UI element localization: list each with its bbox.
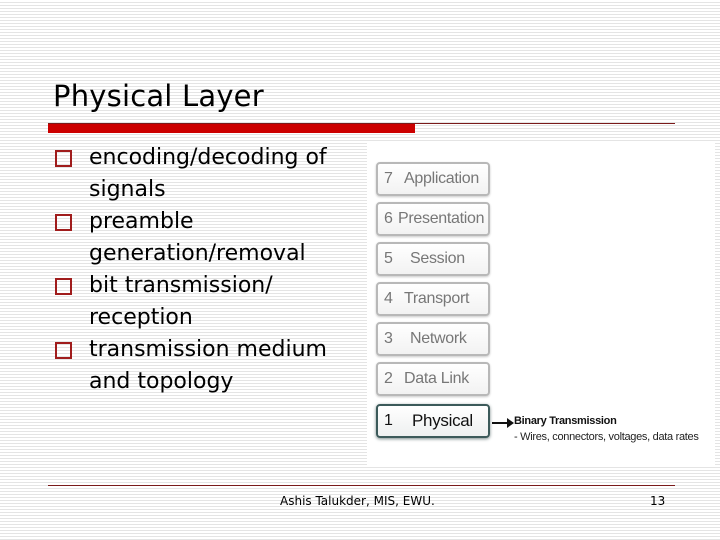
osi-layer-2: 2 Data Link (376, 362, 490, 396)
bullet-item: encoding/decoding of signals (55, 142, 365, 206)
osi-layer-3: 3 Network (376, 322, 490, 356)
annotation-detail: - Wires, connectors, voltages, data rate… (514, 431, 699, 443)
osi-layer-4: 4 Transport (376, 282, 490, 316)
osi-layer-1-highlighted: 1 Physical (376, 404, 490, 438)
bullet-text-line: generation/removal (89, 241, 306, 266)
footer-rule-line (48, 485, 675, 486)
slide-title: Physical Layer (53, 79, 264, 113)
osi-layer-7: 7 Application (376, 162, 490, 196)
bullet-item: preamble generation/removal (55, 206, 365, 270)
bullet-list: encoding/decoding of signals preamble ge… (55, 142, 365, 398)
bullet-item: transmission medium and topology (55, 334, 365, 398)
layer-name: Session (410, 250, 465, 267)
bullet-text-line: and topology (89, 369, 234, 394)
osi-layer-6: 6 Presentation (376, 202, 490, 236)
footer-author: Ashis Talukder, MIS, EWU. (280, 494, 435, 508)
bullet-text-line: preamble (89, 209, 194, 234)
layer-number: 7 (384, 170, 393, 187)
page-number: 13 (650, 494, 666, 508)
bullet-text-line: bit transmission/ (89, 273, 273, 298)
hollow-square-bullet-icon (55, 342, 72, 359)
osi-layer-5: 5 Session (376, 242, 490, 276)
hollow-square-bullet-icon (55, 150, 72, 167)
layer-number: 6 (384, 210, 393, 227)
hollow-square-bullet-icon (55, 214, 72, 231)
title-accent-bar (48, 124, 415, 133)
layer-name: Data Link (404, 370, 469, 387)
hollow-square-bullet-icon (55, 278, 72, 295)
layer-name: Network (410, 330, 467, 347)
bullet-text-line: encoding/decoding of (89, 145, 327, 170)
layer-number: 3 (384, 330, 393, 347)
layer-name: Transport (404, 290, 470, 307)
bullet-text-line: reception (89, 305, 193, 330)
layer-number: 2 (384, 370, 393, 387)
bullet-item: bit transmission/ reception (55, 270, 365, 334)
bullet-text-line: transmission medium (89, 337, 327, 362)
layer-name: Physical (412, 411, 473, 430)
arrow-right-icon (492, 418, 514, 428)
layer-number: 4 (384, 290, 393, 307)
layer-number: 5 (384, 250, 393, 267)
layer-number: 1 (384, 412, 393, 429)
annotation-title: Binary Transmission (514, 415, 617, 427)
layer-name: Presentation (398, 210, 485, 227)
osi-model-figure: 7 Application 6 Presentation 5 Session 4… (367, 142, 715, 467)
layer-name: Application (404, 170, 479, 187)
bullet-text-line: signals (89, 177, 166, 202)
